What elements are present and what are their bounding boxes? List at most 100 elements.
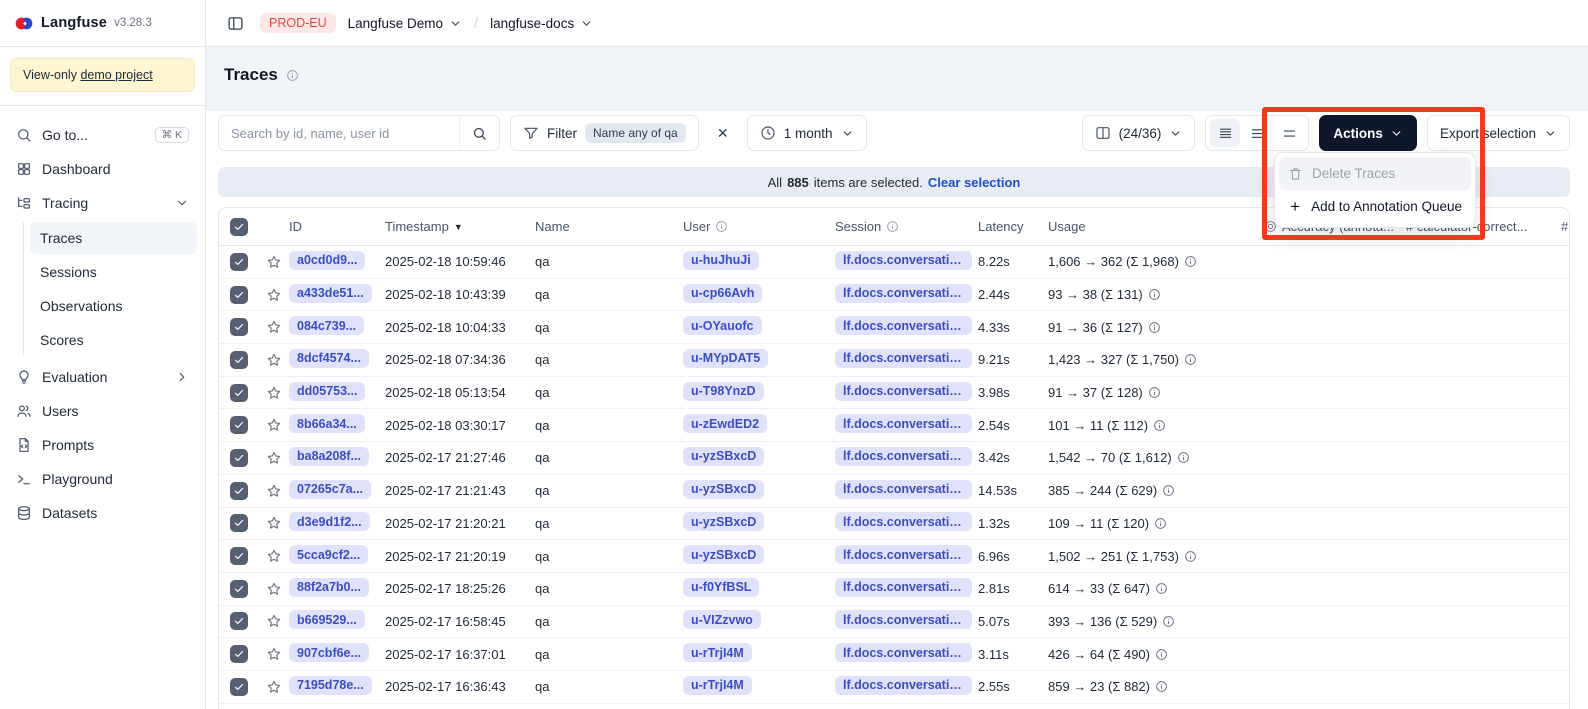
session-badge[interactable]: lf.docs.conversation...: [835, 512, 972, 531]
row-checkbox[interactable]: [230, 253, 248, 271]
table-row[interactable]: 88f2a7b0...2025-02-17 18:25:26qau-f0YfBS…: [219, 573, 1569, 606]
user-badge[interactable]: u-cp66Avh: [683, 284, 762, 303]
actions-button[interactable]: Actions: [1319, 115, 1417, 151]
row-height-medium-icon[interactable]: [1242, 119, 1272, 147]
star-icon[interactable]: [266, 515, 282, 531]
select-all-checkbox[interactable]: [230, 218, 248, 236]
star-icon[interactable]: [266, 646, 282, 662]
header-user[interactable]: User: [683, 219, 835, 234]
header-timestamp[interactable]: Timestamp▼: [385, 219, 535, 234]
trace-id-badge[interactable]: 7195d78e...: [289, 676, 372, 695]
org-switcher[interactable]: Langfuse Demo: [348, 16, 462, 31]
export-selection-button[interactable]: Export selection: [1427, 115, 1570, 151]
session-badge[interactable]: lf.docs.conversation...: [835, 676, 972, 695]
table-row[interactable]: 907cbf6e...2025-02-17 16:37:01qau-rTrjI4…: [219, 638, 1569, 671]
trace-id-badge[interactable]: dd05753...: [289, 382, 365, 401]
row-checkbox[interactable]: [230, 645, 248, 663]
header-session[interactable]: Session: [835, 219, 978, 234]
row-height-large-icon[interactable]: [1274, 119, 1304, 147]
clear-selection-link[interactable]: Clear selection: [928, 175, 1021, 190]
info-icon[interactable]: [1162, 484, 1175, 497]
row-checkbox[interactable]: [230, 449, 248, 467]
info-icon[interactable]: [1155, 582, 1168, 595]
session-badge[interactable]: lf.docs.conversation...: [835, 414, 972, 433]
row-checkbox[interactable]: [230, 580, 248, 598]
info-icon[interactable]: [1148, 288, 1161, 301]
row-checkbox[interactable]: [230, 678, 248, 696]
columns-button[interactable]: (24/36): [1082, 115, 1196, 151]
info-icon[interactable]: [286, 69, 299, 82]
info-icon[interactable]: [1148, 386, 1161, 399]
header-name[interactable]: Name: [535, 219, 683, 234]
session-badge[interactable]: lf.docs.conversation...: [835, 316, 972, 335]
user-badge[interactable]: u-yzSBxcD: [683, 545, 764, 564]
row-checkbox[interactable]: [230, 416, 248, 434]
trace-id-badge[interactable]: 88f2a7b0...: [289, 578, 369, 597]
info-icon[interactable]: [1177, 451, 1190, 464]
table-row[interactable]: 084c739...2025-02-18 10:04:33qau-OYauofc…: [219, 311, 1569, 344]
user-badge[interactable]: u-yzSBxcD: [683, 447, 764, 466]
search-icon[interactable]: [459, 116, 499, 150]
info-icon[interactable]: [1148, 321, 1161, 334]
user-badge[interactable]: u-yzSBxcD: [683, 480, 764, 499]
user-badge[interactable]: u-rTrjI4M: [683, 643, 752, 662]
session-badge[interactable]: lf.docs.conversation...: [835, 643, 972, 662]
user-badge[interactable]: u-yzSBxcD: [683, 512, 764, 531]
star-icon[interactable]: [266, 352, 282, 368]
sidebar-item-tracing[interactable]: Tracing: [8, 186, 197, 220]
star-icon[interactable]: [266, 417, 282, 433]
table-row[interactable]: 7195d78e...2025-02-17 16:36:43qau-rTrjI4…: [219, 671, 1569, 704]
trace-id-badge[interactable]: 8dcf4574...: [289, 349, 369, 368]
user-badge[interactable]: u-huJhuJi: [683, 251, 759, 270]
table-row[interactable]: 8dcf4574...2025-02-18 07:34:36qau-MYpDAT…: [219, 344, 1569, 377]
info-icon[interactable]: [1184, 550, 1197, 563]
sidebar-toggle-icon[interactable]: [222, 10, 248, 36]
sidebar-item-prompts[interactable]: Prompts: [8, 428, 197, 462]
info-icon[interactable]: [1184, 353, 1197, 366]
session-badge[interactable]: lf.docs.conversation...: [835, 447, 972, 466]
star-icon[interactable]: [266, 319, 282, 335]
info-icon[interactable]: [1184, 255, 1197, 268]
row-checkbox[interactable]: [230, 286, 248, 304]
trace-id-badge[interactable]: 084c739...: [289, 316, 364, 335]
star-icon[interactable]: [266, 287, 282, 303]
user-badge[interactable]: u-f0YfBSL: [683, 578, 759, 597]
menu-item-add-to-annotation-queue[interactable]: +Add to Annotation Queue: [1279, 190, 1471, 223]
row-checkbox[interactable]: [230, 514, 248, 532]
table-row[interactable]: a433de51...2025-02-18 10:43:39qau-cp66Av…: [219, 279, 1569, 312]
trace-id-badge[interactable]: b669529...: [289, 610, 365, 629]
trace-id-badge[interactable]: ba8a208f...: [289, 447, 369, 466]
row-checkbox[interactable]: [230, 547, 248, 565]
user-badge[interactable]: u-rTrjI4M: [683, 676, 752, 695]
table-row[interactable]: 5cca9cf2...2025-02-17 21:20:19qau-yzSBxc…: [219, 540, 1569, 573]
info-icon[interactable]: [1162, 615, 1175, 628]
row-checkbox[interactable]: [230, 612, 248, 630]
session-badge[interactable]: lf.docs.conversation...: [835, 284, 972, 303]
table-row[interactable]: 07265c7a...2025-02-17 21:21:43qau-yzSBxc…: [219, 475, 1569, 508]
sidebar-item-playground[interactable]: Playground: [8, 462, 197, 496]
user-badge[interactable]: u-MYpDAT5: [683, 349, 768, 368]
trace-id-badge[interactable]: a433de51...: [289, 284, 372, 303]
row-checkbox[interactable]: [230, 351, 248, 369]
sidebar-item-users[interactable]: Users: [8, 394, 197, 428]
star-icon[interactable]: [266, 385, 282, 401]
user-badge[interactable]: u-VIZzvwo: [683, 610, 761, 629]
sidebar-item-goto[interactable]: Go to...⌘ K: [8, 118, 197, 152]
demo-project-link[interactable]: demo project: [80, 68, 152, 82]
sidebar-item-datasets[interactable]: Datasets: [8, 496, 197, 530]
table-row[interactable]: a0cd0d9...2025-02-18 10:59:46qau-huJhuJi…: [219, 246, 1569, 279]
sidebar-item-dashboard[interactable]: Dashboard: [8, 152, 197, 186]
trace-id-badge[interactable]: a0cd0d9...: [289, 251, 365, 270]
header-id[interactable]: ID: [289, 219, 385, 234]
session-badge[interactable]: lf.docs.conversation...: [835, 545, 972, 564]
time-range-button[interactable]: 1 month: [747, 115, 867, 151]
trace-id-badge[interactable]: 5cca9cf2...: [289, 545, 368, 564]
table-row[interactable]: 8b66a34...2025-02-18 03:30:17qau-zEwdED2…: [219, 409, 1569, 442]
sidebar-item-traces[interactable]: Traces: [30, 222, 197, 254]
sidebar-item-evaluation[interactable]: Evaluation: [8, 360, 197, 394]
session-badge[interactable]: lf.docs.conversation...: [835, 382, 972, 401]
session-badge[interactable]: lf.docs.conversation...: [835, 349, 972, 368]
header-usage[interactable]: Usage: [1048, 219, 1264, 234]
star-icon[interactable]: [266, 613, 282, 629]
star-icon[interactable]: [266, 254, 282, 270]
